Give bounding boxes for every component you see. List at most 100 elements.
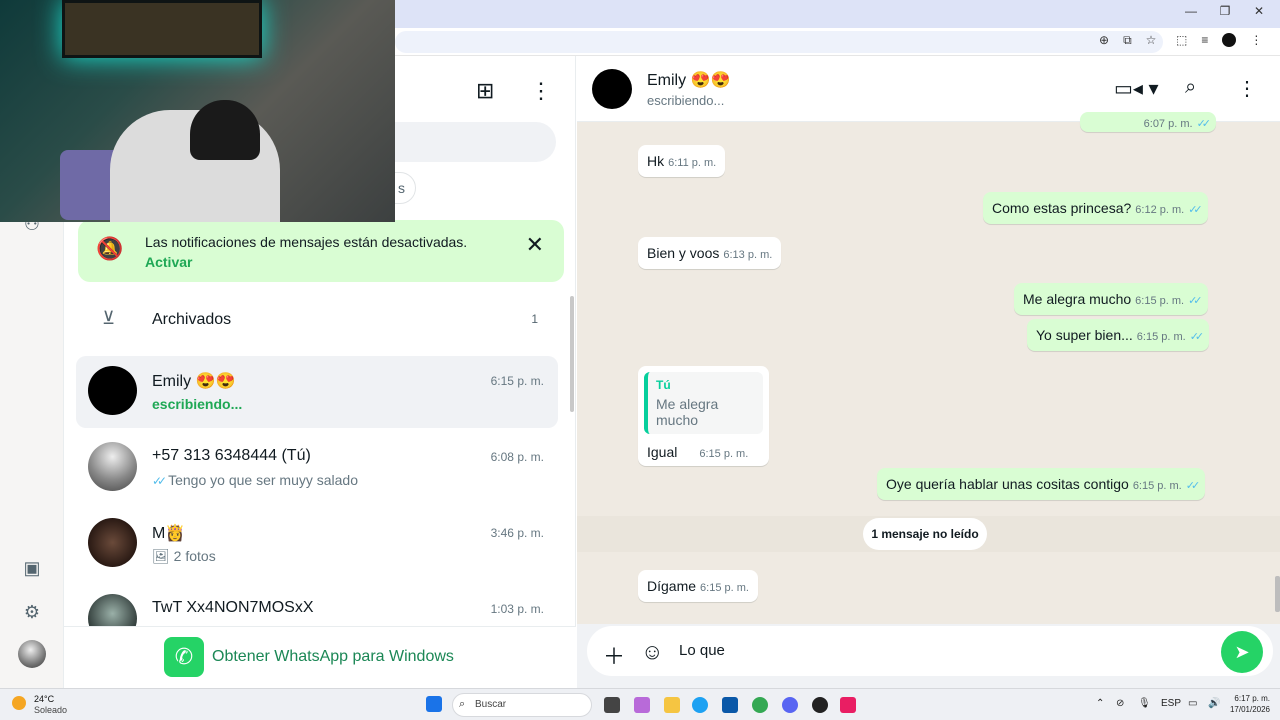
message-time: 6:15 p. m. (1132, 480, 1182, 492)
language-indicator[interactable]: ESP (1161, 698, 1181, 709)
microphone-icon[interactable]: 🎙 (1138, 698, 1151, 709)
chat-preview-text: 2 fotos (173, 548, 216, 564)
read-receipt-icon: ✓✓ (1188, 295, 1203, 307)
message-outgoing[interactable]: Yo super bien... 6:15 p. m. ✓✓ (1027, 319, 1210, 351)
profile-icon[interactable] (1222, 33, 1237, 47)
profile-avatar[interactable] (18, 640, 46, 668)
avatar (88, 366, 137, 415)
message-outgoing[interactable]: Como estas princesa? 6:12 p. m. ✓✓ (983, 192, 1208, 224)
message-time: 6:15 p. m. (1136, 331, 1186, 343)
notification-banner: 🔕 Las notificaciones de mensajes están d… (78, 220, 564, 282)
quote-text: Me alegra mucho (656, 396, 719, 428)
edge-icon[interactable] (692, 697, 708, 713)
tiktok-icon[interactable] (840, 697, 856, 713)
chat-name: +57 313 6348444 (Tú) (152, 447, 311, 464)
notification-text: Las notificaciones de mensajes están des… (145, 234, 468, 250)
message-outgoing[interactable]: Oye quería hablar unas cositas contigo 6:… (877, 468, 1206, 500)
message-text: Me alegra mucho (1023, 291, 1132, 307)
conversation-scrollbar[interactable] (1275, 576, 1280, 612)
install-icon[interactable]: ⧉ (1123, 33, 1132, 48)
task-view-icon[interactable] (604, 697, 620, 713)
clock[interactable]: 6:17 p. m. 17/01/2026 (1226, 693, 1270, 715)
chat-list-scrollbar[interactable] (570, 296, 574, 412)
chat-row-m[interactable]: M👸 3:46 p. m. 🖼 2 fotos (76, 508, 558, 580)
message-incoming[interactable]: Bien y voos 6:13 p. m. (638, 237, 782, 269)
unread-badge: 1 mensaje no leído (863, 518, 987, 550)
message-input-value: Lo que (679, 642, 725, 659)
archive-icon: ⊻ (102, 308, 116, 328)
obs-icon[interactable] (812, 697, 828, 713)
message-time: 6:15 p. m. (700, 582, 749, 594)
avatar[interactable] (592, 69, 632, 109)
plus-icon[interactable]: ＋ (603, 639, 625, 671)
tray-network-off-icon[interactable]: ⊘ (1116, 698, 1124, 709)
file-explorer-icon[interactable] (664, 697, 680, 713)
message-text: Bien y voos (647, 245, 720, 261)
url-field[interactable] (395, 31, 1163, 53)
read-receipt-icon: ✓✓ (1185, 480, 1201, 492)
extensions-icon[interactable]: ⬚ (1176, 33, 1187, 47)
search-input[interactable] (376, 122, 556, 162)
copilot-icon[interactable] (634, 697, 650, 713)
chat-time: 6:08 p. m. (490, 450, 544, 464)
maximize-button[interactable]: ❐ (1218, 4, 1232, 18)
display-icon[interactable]: ▭ (1188, 698, 1197, 709)
get-whatsapp-banner[interactable]: ✆ Obtener WhatsApp para Windows (64, 626, 576, 688)
chat-time: 6:15 p. m. (490, 374, 544, 388)
chat-row-self[interactable]: +57 313 6348444 (Tú) 6:08 p. m. ✓✓ Tengo … (76, 432, 558, 504)
window-controls: — ❐ ✕ (1184, 4, 1266, 18)
message-outgoing[interactable]: Me alegra mucho 6:15 p. m. ✓✓ (1014, 283, 1208, 315)
read-receipt-icon: ✓✓ (152, 474, 167, 488)
archived-row[interactable]: ⊻ Archivados 1 (64, 294, 576, 346)
chat-preview-text: Tengo yo que ser muyy salado (168, 472, 358, 488)
photo-icon: 🖼 (152, 548, 170, 564)
start-icon[interactable] (426, 696, 442, 712)
close-window-button[interactable]: ✕ (1252, 4, 1266, 18)
tray-overflow-icon[interactable]: ⌃ (1096, 698, 1104, 709)
chat-name: Emily 😍😍 (152, 373, 236, 390)
chat-row-emily[interactable]: Emily 😍😍 6:15 p. m. escribiendo... (76, 356, 558, 428)
volume-icon[interactable]: 🔊 (1208, 698, 1220, 709)
message-outgoing[interactable]: 6:07 p. m. ✓✓ (1080, 112, 1216, 132)
chat-name: M👸 (152, 525, 186, 542)
quoted-message[interactable]: Tú Me alegra mucho (644, 372, 763, 434)
message-incoming[interactable]: Hk 6:11 p. m. (638, 145, 726, 177)
sticker-icon[interactable]: ☺ (641, 639, 663, 665)
message-text: Igual (647, 444, 678, 460)
activate-link[interactable]: Activar (145, 254, 192, 270)
settings-icon[interactable]: ⚙ (20, 600, 44, 624)
sun-icon (12, 696, 26, 710)
close-icon[interactable]: ✕ (526, 232, 544, 258)
quote-author: Tú (656, 378, 671, 392)
minimize-button[interactable]: — (1184, 4, 1198, 18)
zoom-icon[interactable]: ⊕ (1099, 33, 1109, 48)
message-time: 6:13 p. m. (723, 249, 773, 261)
new-chat-icon[interactable]: ⊞ (476, 78, 494, 104)
message-time: 6:15 p. m. (699, 448, 749, 460)
menu-icon[interactable]: ⋮ (1237, 76, 1257, 101)
contact-name: Emily 😍😍 (647, 72, 731, 89)
chat-row-twt[interactable]: TwT Xx4NON7MOSxX 1:03 p. m. (76, 584, 558, 626)
chat-preview: 🖼 2 fotos (152, 548, 216, 565)
star-icon[interactable]: ☆ (1146, 33, 1157, 48)
discord-icon[interactable] (782, 697, 798, 713)
weather-temp: 24°C (34, 694, 55, 704)
media-gallery-icon[interactable]: ▣ (20, 556, 44, 580)
avatar (88, 442, 137, 491)
message-input[interactable]: ＋ ☺ Lo que ➤ (587, 626, 1273, 676)
menu-icon[interactable]: ⋮ (530, 78, 552, 104)
menu-icon[interactable]: ⋮ (1250, 33, 1262, 47)
whatsapp-logo-icon: ✆ (164, 637, 204, 677)
webcam-cap (190, 100, 260, 160)
message-incoming[interactable]: Dígame 6:15 p. m. (638, 570, 758, 602)
taskbar-search[interactable]: ⌕ Buscar (452, 693, 592, 717)
send-icon[interactable]: ➤ (1221, 631, 1263, 673)
store-icon[interactable] (722, 697, 738, 713)
video-call-icon[interactable]: ▭◂ ▾ (1114, 76, 1159, 101)
search-icon[interactable]: ⌕ (1185, 76, 1196, 99)
chrome-icon[interactable] (752, 697, 768, 713)
media-icon[interactable]: ≡ (1201, 33, 1208, 47)
webcam-overlay (0, 0, 395, 222)
message-incoming-reply[interactable]: Tú Me alegra mucho Igual 6:15 p. m. (638, 366, 769, 466)
reply-body: Igual 6:15 p. m. (644, 444, 763, 460)
